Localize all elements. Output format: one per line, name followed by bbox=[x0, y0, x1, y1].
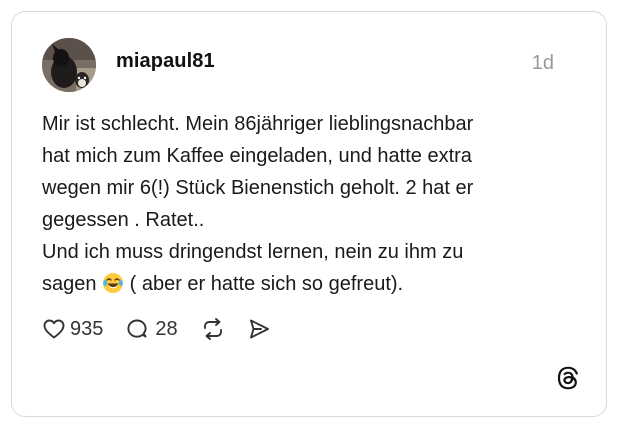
post-text-part-1: Mir ist schlecht. Mein 86jähriger liebli… bbox=[42, 113, 474, 295]
post-text: Mir ist schlecht. Mein 86jähriger liebli… bbox=[42, 108, 572, 300]
share-button[interactable] bbox=[246, 316, 272, 342]
threads-logo-icon[interactable] bbox=[554, 364, 582, 392]
reply-button[interactable]: 28 bbox=[125, 317, 178, 341]
avatar-image bbox=[42, 38, 96, 92]
post-text-part-2: ( aber er hatte sich so gefreut). bbox=[124, 273, 404, 295]
username[interactable]: miapaul81 bbox=[116, 50, 215, 73]
action-bar: 935 28 bbox=[42, 314, 272, 344]
avatar[interactable] bbox=[42, 38, 96, 92]
repost-button[interactable] bbox=[200, 316, 226, 342]
like-button[interactable]: 935 bbox=[42, 317, 103, 341]
post-card: miapaul81 1d Mir ist schlecht. Mein 86jä… bbox=[11, 11, 607, 417]
laughing-tears-emoji-icon bbox=[103, 273, 124, 293]
repost-icon bbox=[203, 318, 222, 340]
heart-icon bbox=[43, 319, 65, 339]
comment-icon bbox=[127, 319, 147, 338]
post-timestamp: 1d bbox=[531, 52, 554, 74]
reply-count: 28 bbox=[155, 317, 178, 340]
like-count: 935 bbox=[70, 317, 104, 340]
send-icon bbox=[249, 319, 269, 339]
